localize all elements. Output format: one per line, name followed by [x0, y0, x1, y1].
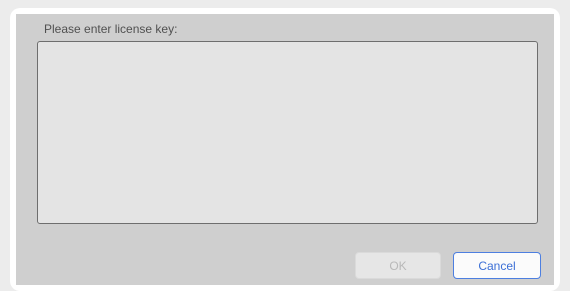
license-prompt-label: Please enter license key:	[44, 22, 178, 36]
cancel-button[interactable]: Cancel	[453, 252, 541, 279]
ok-button[interactable]: OK	[355, 252, 441, 279]
license-dialog: Please enter license key: OK Cancel	[16, 14, 554, 285]
license-key-input[interactable]	[37, 41, 538, 224]
